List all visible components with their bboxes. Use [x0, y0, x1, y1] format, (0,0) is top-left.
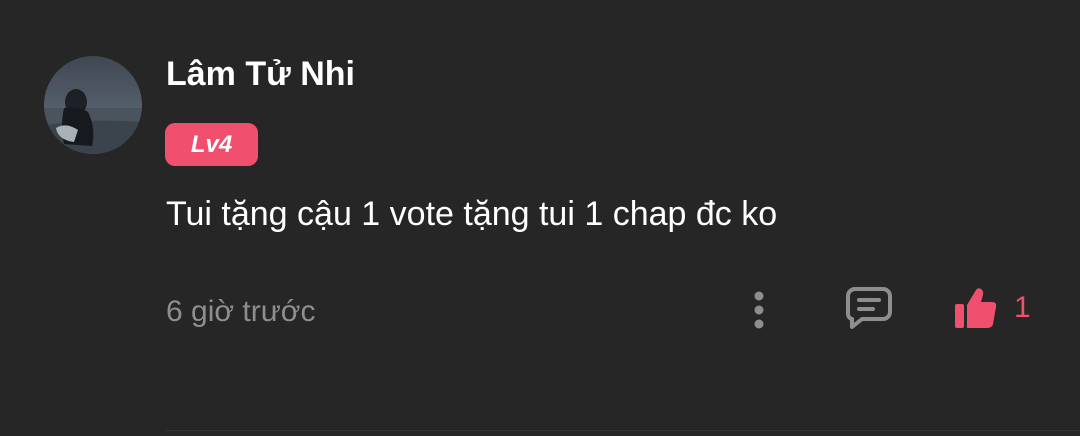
like-button[interactable]: 1	[952, 282, 1042, 334]
comment-icon	[846, 287, 892, 329]
comment-item: Lâm Tử Nhi Lv4 Tui tặng cậu 1 vote tặng …	[0, 0, 1080, 436]
thumbs-up-icon	[955, 288, 997, 328]
like-count: 1	[1014, 291, 1031, 324]
level-badge: Lv4	[165, 123, 258, 166]
divider	[166, 430, 1080, 431]
timestamp: 6 giờ trước	[166, 295, 316, 328]
user-avatar[interactable]	[44, 56, 142, 154]
more-options-button[interactable]	[740, 288, 778, 332]
avatar-image	[44, 56, 142, 154]
comment-text: Tui tặng cậu 1 vote tặng tui 1 chap đc k…	[166, 195, 778, 233]
username[interactable]: Lâm Tử Nhi	[166, 54, 355, 94]
more-vertical-icon	[754, 291, 764, 329]
reply-button[interactable]	[843, 284, 895, 332]
